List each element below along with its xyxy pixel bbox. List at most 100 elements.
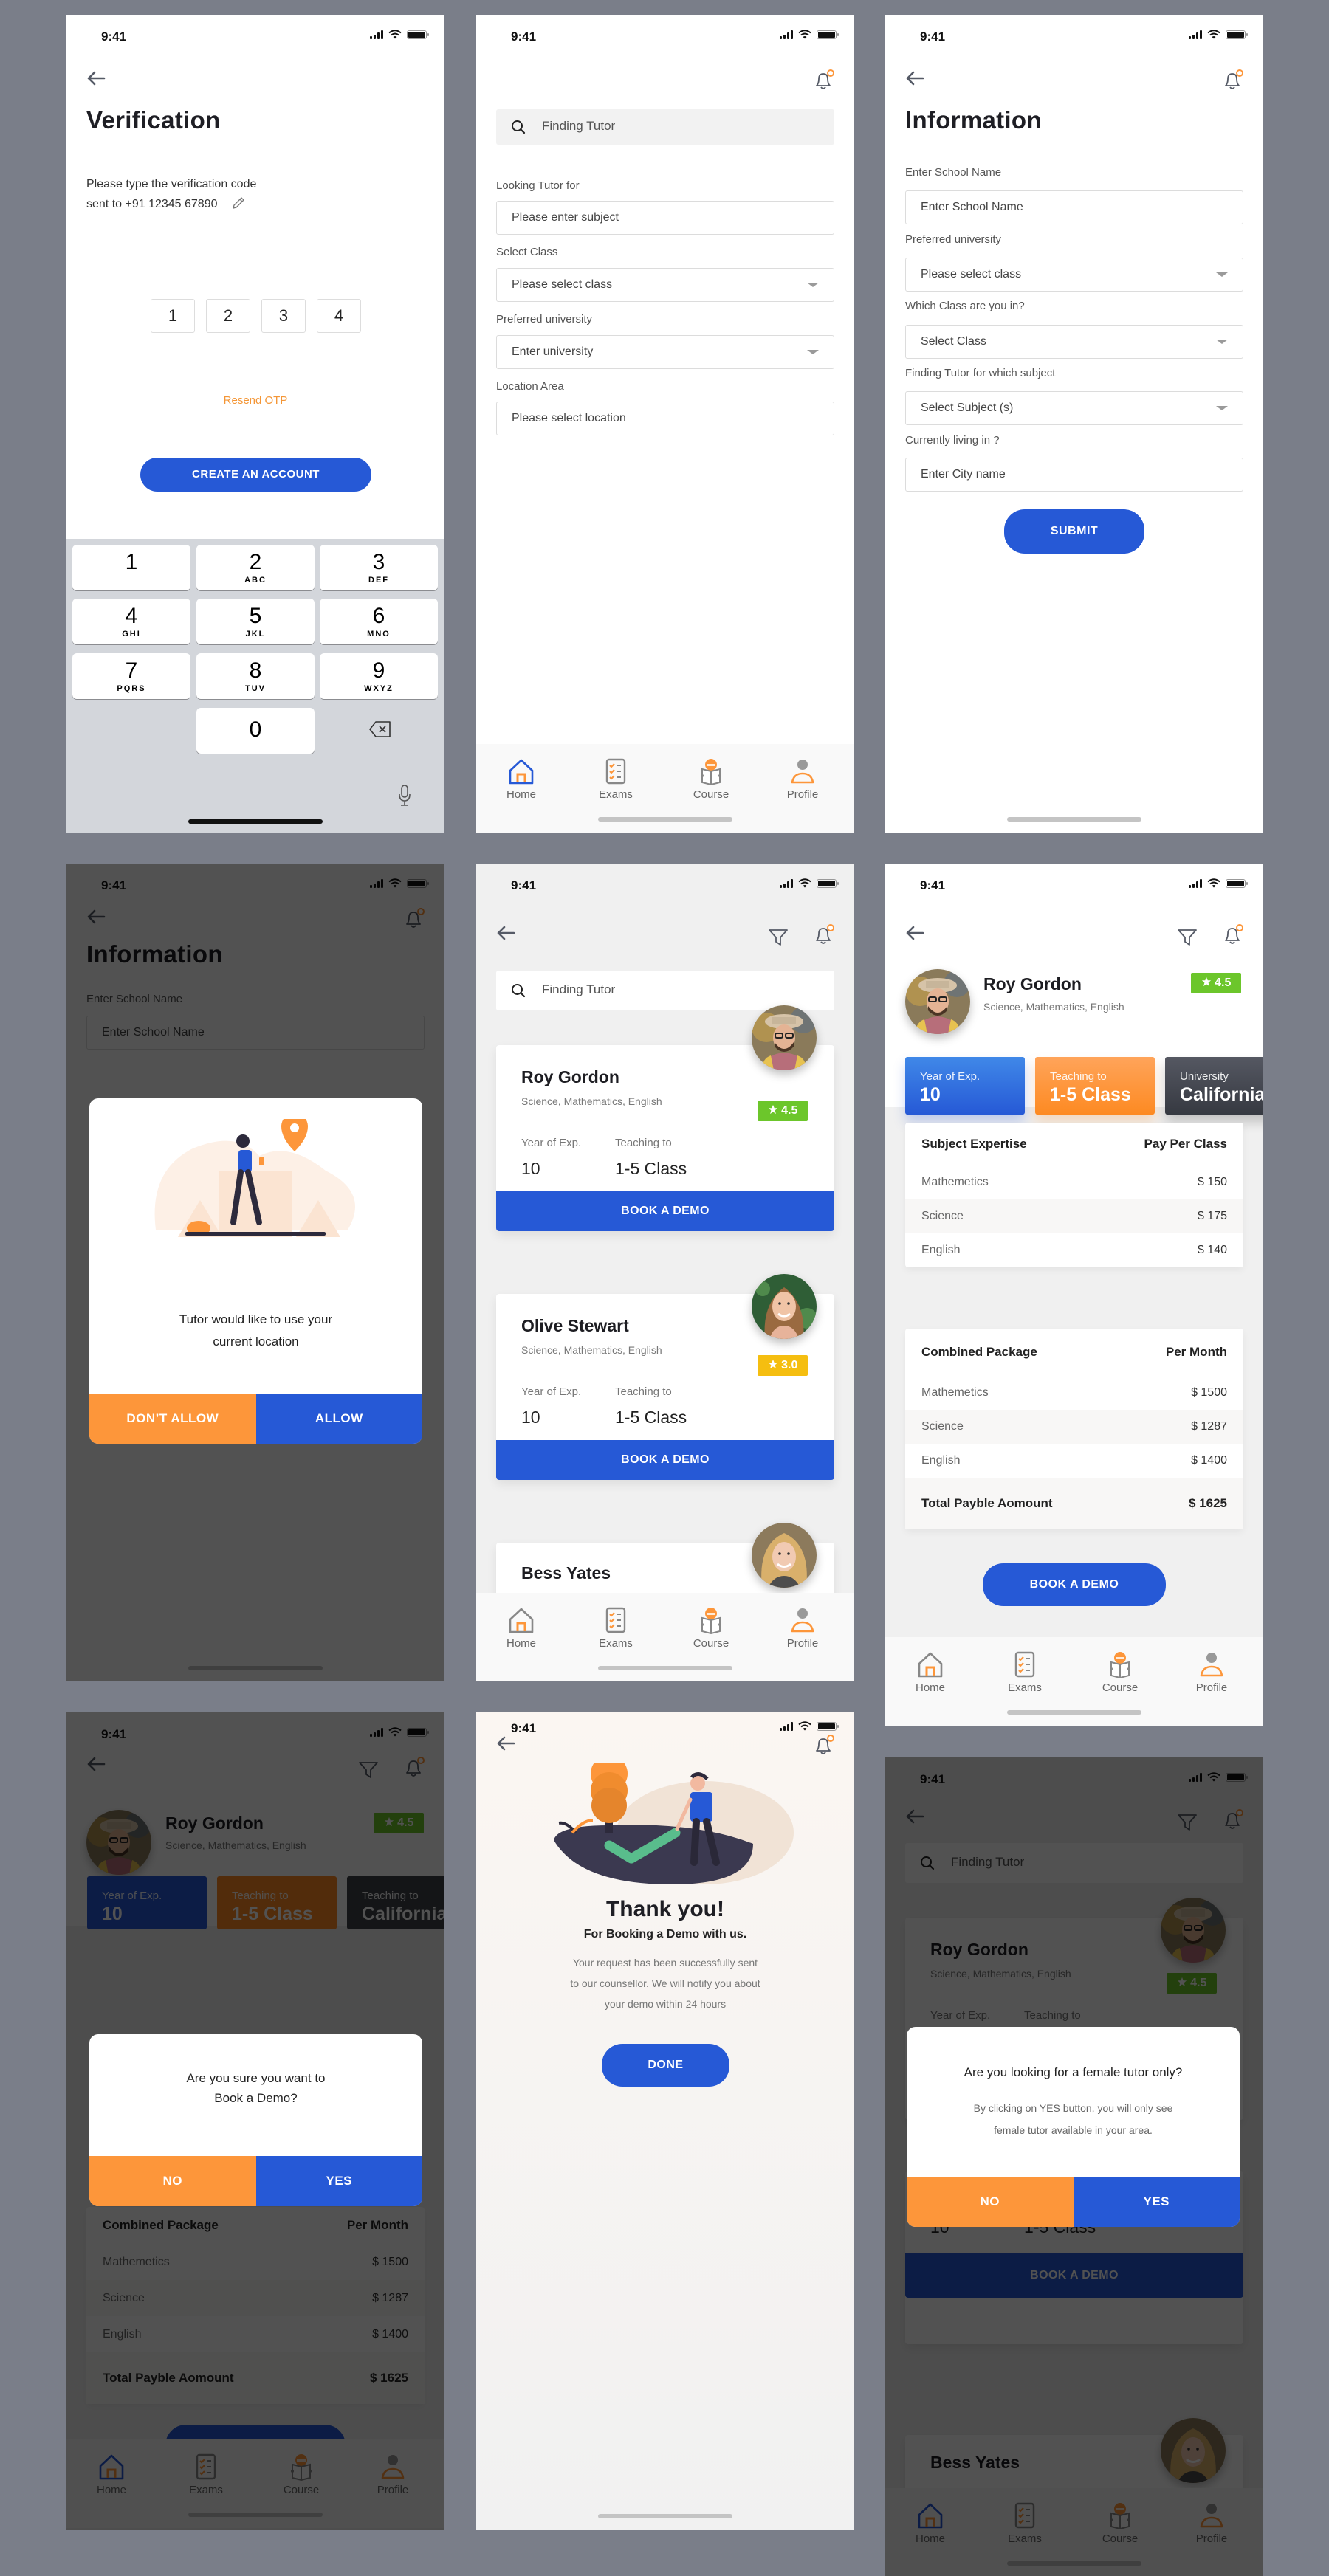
book-demo-button[interactable]: BOOK A DEMO: [496, 1440, 834, 1480]
key-8[interactable]: 8 TUV: [196, 653, 315, 699]
microphone-icon[interactable]: [397, 784, 412, 807]
nav-exams[interactable]: Exams: [583, 1606, 649, 1650]
nav-exams[interactable]: Exams: [992, 1650, 1058, 1694]
nav-course[interactable]: Course: [1087, 1650, 1153, 1694]
search-bar[interactable]: Finding Tutor: [496, 971, 834, 1010]
table-row: English$ 1400: [921, 1454, 1227, 1467]
school-name-input[interactable]: Enter School Name: [905, 190, 1243, 224]
key-7[interactable]: 7 PQRS: [72, 653, 190, 699]
back-arrow-icon[interactable]: [86, 71, 106, 86]
key-0[interactable]: 0: [196, 708, 315, 754]
key-5[interactable]: 5 JKL: [196, 599, 315, 644]
subject-select[interactable]: Select Subject (s): [905, 391, 1243, 425]
home-indicator: [598, 1666, 732, 1670]
tutor-avatar[interactable]: [752, 1005, 817, 1070]
page-title: Verification: [86, 106, 221, 134]
done-button[interactable]: DONE: [602, 2044, 729, 2087]
nav-home[interactable]: Home: [897, 1650, 964, 1694]
submit-button[interactable]: SUBMIT: [1004, 509, 1144, 554]
yes-button[interactable]: YES: [255, 2156, 422, 2206]
class-select[interactable]: Please select class: [496, 268, 834, 302]
key-9[interactable]: 9 WXYZ: [320, 653, 438, 699]
back-arrow-icon[interactable]: [905, 71, 924, 86]
wifi-icon: [798, 30, 811, 39]
edit-pencil-icon[interactable]: [231, 196, 246, 210]
yes-button[interactable]: YES: [1073, 2177, 1240, 2227]
notification-bell-icon[interactable]: [812, 924, 836, 946]
notification-bell-icon[interactable]: [812, 69, 836, 92]
battery-icon: [817, 1721, 839, 1731]
filter-icon[interactable]: [1176, 926, 1198, 948]
nav-course[interactable]: Course: [678, 757, 744, 801]
key-4[interactable]: 4 GHI: [72, 599, 190, 644]
no-button[interactable]: NO: [907, 2177, 1074, 2227]
key-6[interactable]: 6 MNO: [320, 599, 438, 644]
status-time: 9:41: [511, 1721, 537, 1735]
teaching-label: Teaching to: [615, 1137, 672, 1149]
screen-location-permission: 9:41 Information Enter School Name Enter…: [66, 864, 444, 1681]
notification-bell-icon[interactable]: [1221, 924, 1245, 946]
otp-box[interactable]: 3: [261, 299, 306, 333]
filter-icon[interactable]: [767, 926, 789, 948]
allow-button[interactable]: ALLOW: [255, 1394, 422, 1444]
otp-box[interactable]: 2: [206, 299, 250, 333]
status-time: 9:41: [101, 30, 127, 44]
subject-input[interactable]: Please enter subject: [496, 201, 834, 235]
tutor-avatar[interactable]: [752, 1274, 817, 1339]
tutor-avatar[interactable]: [752, 1523, 817, 1588]
nav-profile[interactable]: Profile: [769, 1606, 836, 1650]
key-3[interactable]: 3 DEF: [320, 545, 438, 590]
tutor-name: Roy Gordon: [983, 974, 1082, 993]
home-indicator: [598, 817, 732, 822]
numeric-keypad: 1 2 ABC 3 DEF 4 GHI 5 JKL 6 MNO 7 PQRS 8 TUV 9W…: [66, 539, 444, 833]
tutor-subjects: Science, Mathematics, English: [521, 1344, 662, 1356]
nav-home[interactable]: Home: [488, 757, 554, 801]
signal-icon: [780, 30, 793, 39]
notification-bell-icon[interactable]: [812, 1735, 836, 1757]
search-input[interactable]: Finding Tutor: [542, 982, 615, 997]
book-demo-button[interactable]: BOOK A DEMO: [983, 1563, 1166, 1606]
nav-home[interactable]: Home: [488, 1606, 554, 1650]
class-select[interactable]: Select Class: [905, 325, 1243, 359]
dropdown-caret-icon: [807, 283, 819, 287]
rating-badge: 3.0: [758, 1355, 808, 1376]
backspace-icon[interactable]: [368, 720, 392, 738]
screen-female-tutor-filter: 9:41 Finding Tutor Roy Gordon Science, M…: [885, 1757, 1263, 2576]
university-select[interactable]: Please select class: [905, 258, 1243, 292]
dont-allow-button[interactable]: DON’T ALLOW: [89, 1394, 256, 1444]
create-account-button[interactable]: CREATE AN ACCOUNT: [140, 458, 371, 492]
search-bar[interactable]: Finding Tutor: [496, 109, 834, 145]
back-arrow-icon[interactable]: [496, 1736, 515, 1751]
star-icon: [1201, 977, 1212, 987]
city-input[interactable]: Enter City name: [905, 458, 1243, 492]
dialog-message: Tutor would like to use your current loca…: [179, 1312, 333, 1349]
back-arrow-icon[interactable]: [496, 926, 515, 940]
search-input[interactable]: Finding Tutor: [542, 119, 615, 134]
battery-icon: [1226, 30, 1248, 39]
search-icon: [511, 120, 526, 134]
home-indicator: [188, 819, 323, 824]
otp-box[interactable]: 1: [151, 299, 195, 333]
nav-profile[interactable]: Profile: [769, 757, 836, 801]
tutor-card: Roy Gordon Science, Mathematics, English…: [496, 1045, 834, 1231]
nav-profile[interactable]: Profile: [1178, 1650, 1245, 1694]
university-select[interactable]: Enter university: [496, 335, 834, 369]
back-arrow-icon[interactable]: [905, 926, 924, 940]
home-icon: [506, 1606, 536, 1634]
otp-box[interactable]: 4: [317, 299, 361, 333]
resend-otp-link[interactable]: Resend OTP: [66, 394, 444, 407]
location-input[interactable]: Please select location: [496, 402, 834, 435]
key-2[interactable]: 2 ABC: [196, 545, 315, 590]
confirm-booking-dialog: Are you sure you want to Book a Demo? NO …: [89, 2034, 422, 2206]
signal-icon: [370, 30, 383, 39]
page-title: Information: [905, 106, 1042, 134]
book-demo-button[interactable]: BOOK A DEMO: [496, 1191, 834, 1231]
nav-exams[interactable]: Exams: [583, 757, 649, 801]
notification-bell-icon[interactable]: [1221, 69, 1245, 92]
key-1[interactable]: 1: [72, 545, 190, 590]
no-button[interactable]: NO: [89, 2156, 256, 2206]
nav-course[interactable]: Course: [678, 1606, 744, 1650]
field-label: Preferred university: [496, 313, 593, 326]
tutor-avatar: [905, 969, 970, 1034]
home-icon: [506, 757, 536, 785]
